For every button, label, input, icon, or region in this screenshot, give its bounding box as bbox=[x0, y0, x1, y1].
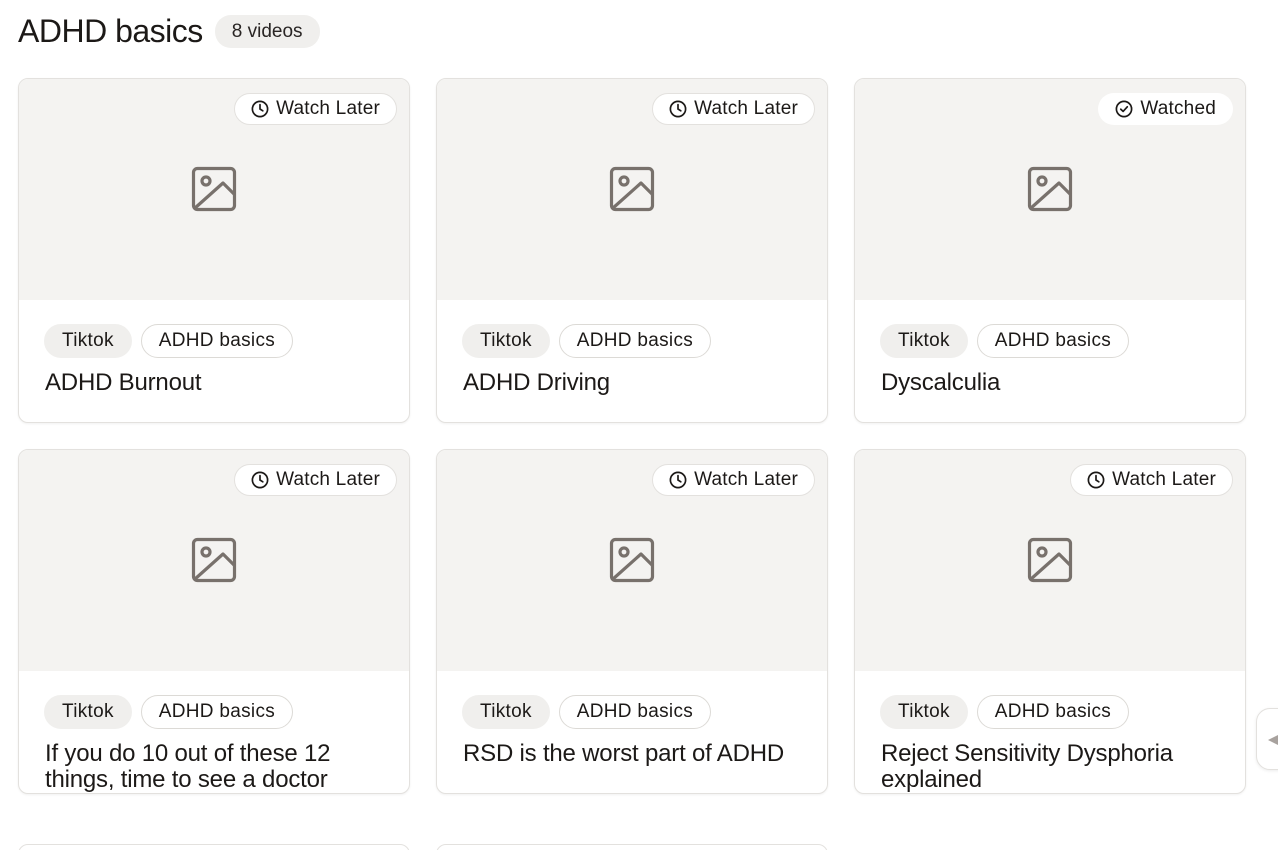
video-thumbnail[interactable]: Watch Later bbox=[19, 79, 409, 300]
status-label: Watched bbox=[1140, 98, 1216, 119]
clock-icon bbox=[669, 471, 687, 489]
side-panel-toggle[interactable] bbox=[1256, 708, 1278, 770]
card-meta: Tiktok ADHD basics Reject Sensitivity Dy… bbox=[880, 695, 1225, 793]
category-tag[interactable]: ADHD basics bbox=[558, 324, 712, 358]
next-row-cards bbox=[18, 844, 828, 850]
clock-icon bbox=[1087, 471, 1105, 489]
status-label: Watch Later bbox=[1112, 469, 1216, 490]
video-thumbnail[interactable]: Watch Later bbox=[19, 450, 409, 671]
video-thumbnail[interactable]: Watch Later bbox=[437, 450, 827, 671]
video-card-partial[interactable] bbox=[436, 844, 828, 850]
video-thumbnail[interactable]: Watch Later bbox=[437, 79, 827, 300]
video-title[interactable]: Reject Sensitivity Dysphoria explained bbox=[881, 741, 1225, 793]
page-title: ADHD basics bbox=[18, 13, 203, 49]
video-card[interactable]: Watch Later Tiktok ADHD basics ADHD Burn… bbox=[18, 78, 410, 423]
tag-list: Tiktok ADHD basics bbox=[462, 695, 807, 729]
platform-tag[interactable]: Tiktok bbox=[462, 695, 550, 729]
video-title[interactable]: ADHD Driving bbox=[463, 370, 807, 396]
video-thumbnail[interactable]: Watched bbox=[855, 79, 1245, 300]
tag-list: Tiktok ADHD basics bbox=[44, 324, 389, 358]
category-tag[interactable]: ADHD basics bbox=[140, 324, 294, 358]
video-card[interactable]: Watch Later Tiktok ADHD basics Reject Se… bbox=[854, 449, 1246, 794]
card-meta: Tiktok ADHD basics ADHD Burnout bbox=[44, 324, 389, 396]
clock-icon bbox=[669, 100, 687, 118]
image-placeholder-icon bbox=[609, 537, 655, 583]
tag-list: Tiktok ADHD basics bbox=[462, 324, 807, 358]
status-label: Watch Later bbox=[694, 469, 798, 490]
platform-tag[interactable]: Tiktok bbox=[462, 324, 550, 358]
status-label: Watch Later bbox=[276, 98, 380, 119]
clock-icon bbox=[251, 471, 269, 489]
video-card[interactable]: Watch Later Tiktok ADHD basics RSD is th… bbox=[436, 449, 828, 794]
card-meta: Tiktok ADHD basics If you do 10 out of t… bbox=[44, 695, 389, 793]
watch-later-button[interactable]: Watch Later bbox=[652, 93, 815, 125]
video-grid: Watch Later Tiktok ADHD basics ADHD Burn… bbox=[18, 78, 1246, 794]
tag-list: Tiktok ADHD basics bbox=[880, 324, 1225, 358]
watch-later-button[interactable]: Watch Later bbox=[234, 93, 397, 125]
arrow-left-icon bbox=[1268, 735, 1278, 745]
video-collection-page: ADHD basics 8 videos Watch Later Tiktok bbox=[0, 0, 1278, 850]
watch-later-button[interactable]: Watch Later bbox=[652, 464, 815, 496]
category-tag[interactable]: ADHD basics bbox=[976, 324, 1130, 358]
category-tag[interactable]: ADHD basics bbox=[558, 695, 712, 729]
category-tag[interactable]: ADHD basics bbox=[140, 695, 294, 729]
image-placeholder-icon bbox=[1027, 537, 1073, 583]
video-count-badge: 8 videos bbox=[214, 14, 320, 48]
collection-header: ADHD basics 8 videos bbox=[18, 12, 320, 50]
video-thumbnail[interactable]: Watch Later bbox=[855, 450, 1245, 671]
status-label: Watch Later bbox=[694, 98, 798, 119]
platform-tag[interactable]: Tiktok bbox=[44, 695, 132, 729]
watched-button[interactable]: Watched bbox=[1098, 93, 1233, 125]
video-card[interactable]: Watch Later Tiktok ADHD basics ADHD Driv… bbox=[436, 78, 828, 423]
category-tag[interactable]: ADHD basics bbox=[976, 695, 1130, 729]
image-placeholder-icon bbox=[191, 537, 237, 583]
video-title[interactable]: ADHD Burnout bbox=[45, 370, 389, 396]
image-placeholder-icon bbox=[1027, 166, 1073, 212]
card-meta: Tiktok ADHD basics ADHD Driving bbox=[462, 324, 807, 396]
card-meta: Tiktok ADHD basics RSD is the worst part… bbox=[462, 695, 807, 767]
video-title[interactable]: If you do 10 out of these 12 things, tim… bbox=[45, 741, 389, 793]
clock-icon bbox=[251, 100, 269, 118]
tag-list: Tiktok ADHD basics bbox=[44, 695, 389, 729]
card-meta: Tiktok ADHD basics Dyscalculia bbox=[880, 324, 1225, 396]
video-card[interactable]: Watch Later Tiktok ADHD basics If you do… bbox=[18, 449, 410, 794]
tag-list: Tiktok ADHD basics bbox=[880, 695, 1225, 729]
platform-tag[interactable]: Tiktok bbox=[44, 324, 132, 358]
image-placeholder-icon bbox=[191, 166, 237, 212]
platform-tag[interactable]: Tiktok bbox=[880, 324, 968, 358]
watch-later-button[interactable]: Watch Later bbox=[1070, 464, 1233, 496]
video-title[interactable]: Dyscalculia bbox=[881, 370, 1225, 396]
check-circle-icon bbox=[1115, 100, 1133, 118]
watch-later-button[interactable]: Watch Later bbox=[234, 464, 397, 496]
image-placeholder-icon bbox=[609, 166, 655, 212]
video-card[interactable]: Watched Tiktok ADHD basics Dyscalculia bbox=[854, 78, 1246, 423]
video-title[interactable]: RSD is the worst part of ADHD bbox=[463, 741, 807, 767]
platform-tag[interactable]: Tiktok bbox=[880, 695, 968, 729]
status-label: Watch Later bbox=[276, 469, 380, 490]
video-card-partial[interactable] bbox=[18, 844, 410, 850]
